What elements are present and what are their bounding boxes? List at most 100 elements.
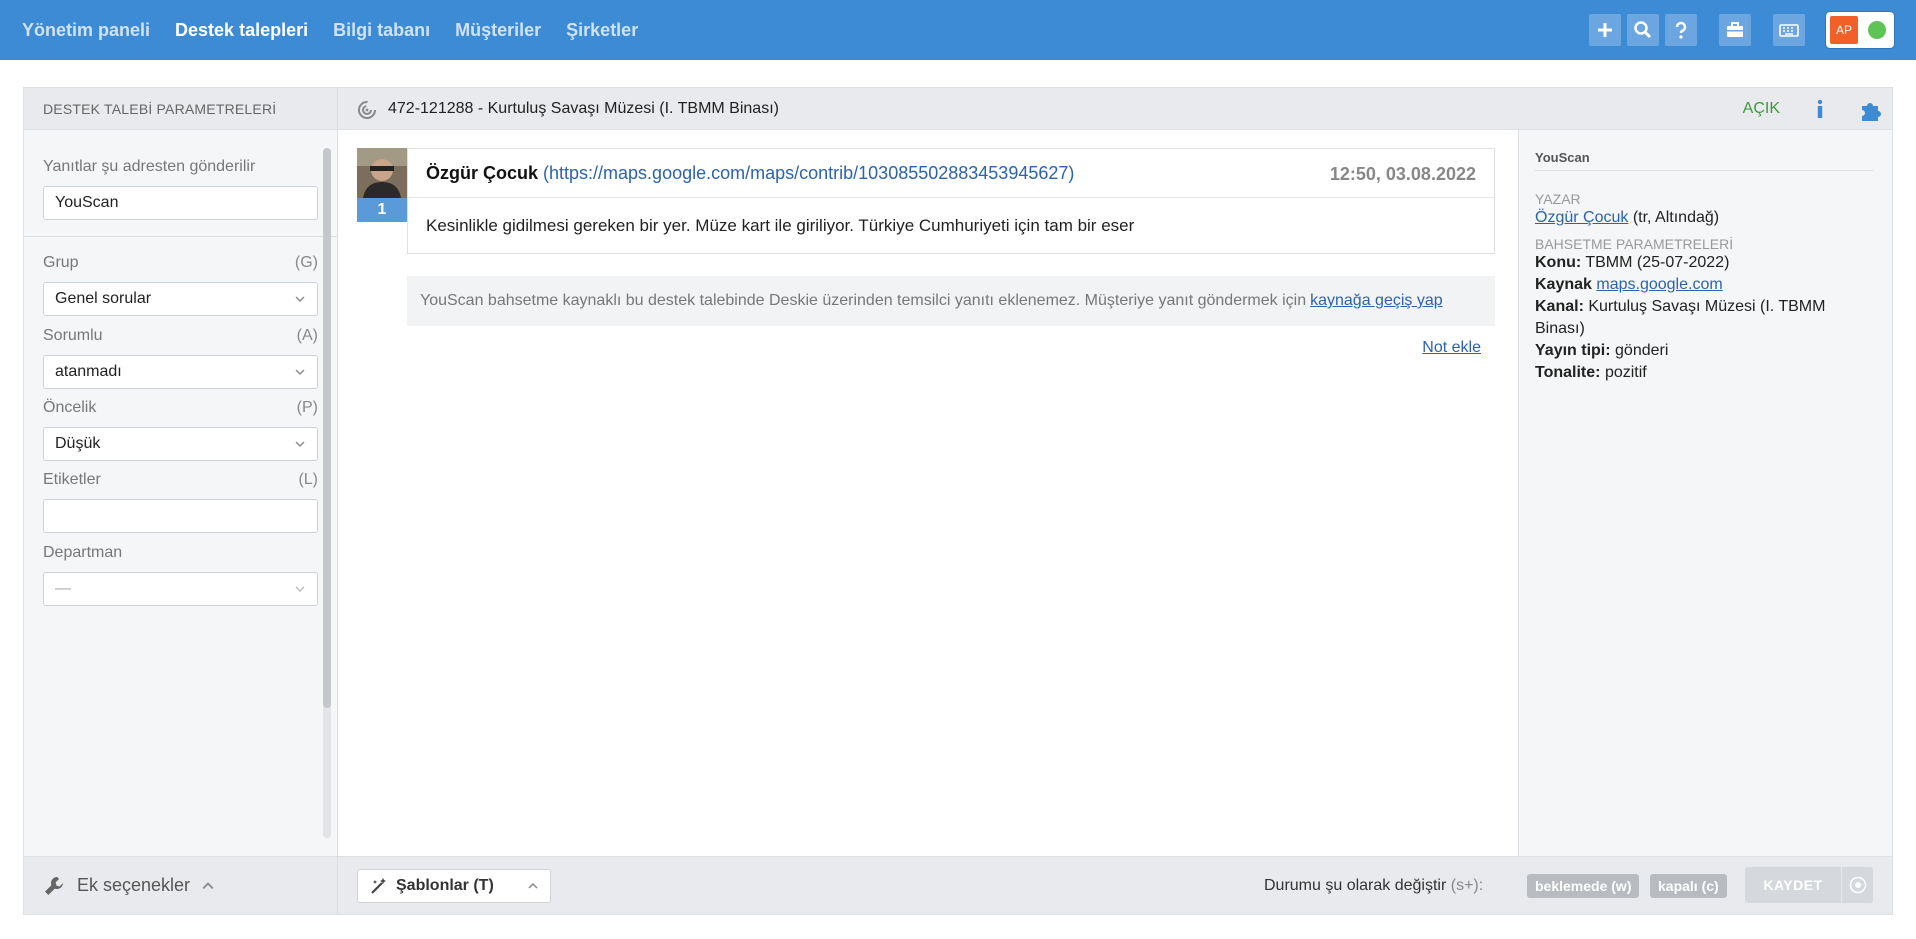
search-button[interactable] xyxy=(1627,14,1659,46)
group-value: Genel sorular xyxy=(55,290,152,307)
tags-input[interactable] xyxy=(43,499,318,533)
mention-section-title: BAHSETME PARAMETRELERİ xyxy=(1535,236,1734,252)
mention-details-panel: YouScan YAZAR Özgür Çocuk (tr, Altındağ)… xyxy=(1518,130,1892,856)
assignee-shortcut: (A) xyxy=(296,327,318,344)
save-button-separator xyxy=(1841,867,1842,903)
briefcase-button[interactable] xyxy=(1719,14,1751,46)
sidebar-scrollbar[interactable] xyxy=(323,148,331,838)
top-navigation-bar: Yönetim paneli Destek talepleri Bilgi ta… xyxy=(0,0,1916,60)
message-timestamp: 12:50, 03.08.2022 xyxy=(1329,164,1476,184)
chevron-down-icon xyxy=(295,441,305,447)
save-options-icon[interactable] xyxy=(1849,876,1867,894)
group-field: Grup (G) Genel sorular xyxy=(43,254,318,316)
nav-customers[interactable]: Müşteriler xyxy=(455,20,541,41)
sidebar-title: DESTEK TALEBİ PARAMETRELERİ xyxy=(24,88,337,130)
nav-tickets[interactable]: Destek talepleri xyxy=(175,20,308,41)
status-closed-button[interactable]: kapalı (c) xyxy=(1650,874,1727,898)
youscan-source-icon xyxy=(358,100,376,119)
source-key: Kaynak xyxy=(1535,276,1592,293)
priority-field: Öncelik (P) Düşük xyxy=(43,399,318,461)
publication-type-line: Yayın tipi: gönderi xyxy=(1535,340,1865,362)
chevron-up-icon xyxy=(202,881,214,889)
author-meta: (tr, Altındağ) xyxy=(1632,209,1720,226)
department-label: Departman xyxy=(43,544,123,561)
author-name-link[interactable]: Özgür Çocuk xyxy=(1535,209,1628,226)
source-link[interactable]: maps.google.com xyxy=(1596,276,1722,293)
department-value: — xyxy=(55,580,71,597)
message-author-link[interactable]: (https://maps.google.com/maps/contrib/10… xyxy=(543,163,1074,184)
sidebar-scrollbar-thumb[interactable] xyxy=(323,148,331,708)
status-change-label: Durumu şu olarak değiştir (s+): xyxy=(1264,877,1483,895)
additional-options-toggle[interactable]: Ek seçenekler xyxy=(24,856,337,914)
keyboard-shortcuts-button[interactable] xyxy=(1773,14,1805,46)
priority-label: Öncelik xyxy=(43,399,97,416)
priority-shortcut: (P) xyxy=(296,399,318,416)
author-line: Özgür Çocuk (tr, Altındağ) xyxy=(1535,207,1865,229)
author-avatar xyxy=(357,148,407,198)
tonality-line: Tonalite: pozitif xyxy=(1535,362,1865,384)
tags-shortcut: (L) xyxy=(298,471,318,488)
search-icon xyxy=(1634,21,1652,39)
priority-select[interactable]: Düşük xyxy=(43,427,318,461)
status-change-text: Durumu şu olarak değiştir xyxy=(1264,877,1447,894)
reply-from-field: Yanıtlar şu adresten gönderilir YouScan xyxy=(43,158,318,220)
templates-label: Şablonlar (T) xyxy=(396,877,494,894)
status-change-hint: (s+): xyxy=(1450,877,1484,894)
department-select[interactable]: — xyxy=(43,572,318,606)
keyboard-icon xyxy=(1779,24,1799,37)
briefcase-icon xyxy=(1727,22,1743,37)
topic-value: TBMM (25-07-2022) xyxy=(1585,254,1730,271)
ticket-status-badge[interactable]: AÇIK xyxy=(1743,100,1780,118)
puzzle-icon[interactable] xyxy=(1858,97,1884,123)
go-to-source-link[interactable]: kaynağa geçiş yap xyxy=(1310,292,1443,310)
author-section-title: YAZAR xyxy=(1535,191,1581,207)
topic-line: Konu: TBMM (25-07-2022) xyxy=(1535,252,1865,274)
info-icon[interactable] xyxy=(1808,97,1832,121)
chevron-up-icon xyxy=(528,882,538,889)
main-nav: Yönetim paneli Destek talepleri Bilgi ta… xyxy=(22,0,638,60)
chevron-down-icon xyxy=(295,296,305,302)
templates-button[interactable]: Şablonlar (T) xyxy=(357,869,551,903)
nav-dashboard[interactable]: Yönetim paneli xyxy=(22,20,150,41)
ticket-header: 472-121288 - Kurtuluş Savaşı Müzesi (I. … xyxy=(338,88,1892,130)
message-card: Özgür Çocuk (https://maps.google.com/map… xyxy=(407,148,1495,254)
author-photo-icon xyxy=(357,148,407,198)
message-number: 1 xyxy=(357,198,407,222)
reply-from-input[interactable]: YouScan xyxy=(43,186,318,220)
tonality-value: pozitif xyxy=(1604,364,1647,381)
chevron-down-icon xyxy=(295,586,305,592)
help-button[interactable] xyxy=(1665,14,1697,46)
user-avatar: AP xyxy=(1830,16,1858,44)
nav-companies[interactable]: Şirketler xyxy=(566,20,638,41)
priority-value: Düşük xyxy=(55,435,101,452)
plus-icon xyxy=(1598,23,1612,37)
wrench-icon xyxy=(45,876,64,895)
save-label: KAYDET xyxy=(1763,877,1823,893)
sidebar-divider xyxy=(24,236,338,237)
message-body: Kesinlikle gidilmesi gereken bir yer. Mü… xyxy=(426,216,1135,235)
message-header: Özgür Çocuk (https://maps.google.com/map… xyxy=(408,149,1494,198)
chevron-down-icon xyxy=(295,369,305,375)
user-menu[interactable]: AP xyxy=(1826,12,1894,48)
magic-wand-icon xyxy=(371,878,386,894)
panel-title: YouScan xyxy=(1535,150,1873,171)
publication-type-key: Yayın tipi: xyxy=(1535,342,1611,359)
assignee-select[interactable]: atanmadı xyxy=(43,355,318,389)
reply-notice: YouScan bahsetme kaynaklı bu destek tale… xyxy=(407,276,1495,326)
topic-key: Konu: xyxy=(1535,254,1582,271)
tonality-key: Tonalite: xyxy=(1535,364,1601,381)
add-note-link[interactable]: Not ekle xyxy=(1422,339,1481,357)
tags-field: Etiketler (L) xyxy=(43,471,318,533)
save-button[interactable]: KAYDET xyxy=(1745,867,1873,903)
new-ticket-button[interactable] xyxy=(1589,14,1621,46)
group-select[interactable]: Genel sorular xyxy=(43,282,318,316)
tags-label: Etiketler xyxy=(43,471,101,488)
help-icon xyxy=(1675,21,1687,39)
group-shortcut: (G) xyxy=(294,254,318,271)
status-pending-button[interactable]: beklemede (w) xyxy=(1527,874,1640,898)
channel-line: Kanal: Kurtuluş Savaşı Müzesi (I. TBMM B… xyxy=(1535,296,1865,340)
nav-knowledge-base[interactable]: Bilgi tabanı xyxy=(333,20,430,41)
ticket-action-bar: Şablonlar (T) Durumu şu olarak değiştir … xyxy=(338,856,1892,914)
additional-options-label: Ek seçenekler xyxy=(77,875,191,895)
reply-from-label: Yanıtlar şu adresten gönderilir xyxy=(43,158,256,175)
